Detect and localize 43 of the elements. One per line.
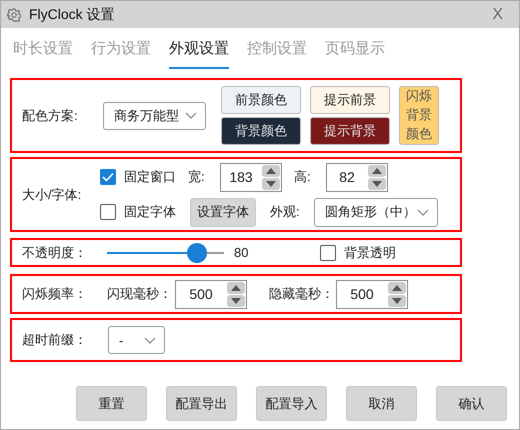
checkbox-label: 固定字体	[124, 203, 176, 221]
number-field[interactable]: 183	[220, 162, 282, 192]
field-label: 大小/字体:	[22, 186, 82, 204]
field-label: 隐藏毫秒：	[269, 285, 335, 303]
number-field[interactable]: 500	[175, 280, 247, 308]
field-label: 闪烁频率：	[22, 285, 88, 303]
color-button[interactable]: 提示背景	[310, 117, 390, 145]
field-label: 超时前缀：	[22, 331, 88, 349]
number-field[interactable]: 500	[336, 280, 408, 308]
color-button[interactable]: 背景颜色	[221, 117, 301, 145]
opacity-slider[interactable]	[107, 242, 224, 262]
dialog-button[interactable]: 确认	[436, 386, 507, 421]
field-label: 外观:	[270, 203, 301, 221]
opacity-value: 80	[234, 245, 250, 260]
chevron-icon	[417, 208, 429, 216]
checkbox[interactable]	[320, 244, 336, 260]
prefix-dropdown[interactable]: -	[108, 326, 165, 354]
tab[interactable]: 外观设置	[169, 39, 229, 69]
color-button[interactable]: 前景颜色	[221, 86, 301, 114]
field-label: 不透明度：	[22, 244, 88, 262]
checkbox[interactable]	[100, 204, 116, 220]
dialog-button[interactable]: 重置	[76, 386, 147, 421]
chevron-icon	[144, 336, 156, 344]
scheme-dropdown[interactable]: 商务万能型	[103, 102, 206, 130]
settings-icon	[7, 8, 21, 22]
color-button[interactable]: 提示前景	[310, 86, 390, 114]
window-title: FlyClock 设置	[29, 6, 116, 24]
checkbox-label: 背景透明	[344, 244, 396, 262]
color-button[interactable]: 闪烁背景颜色	[399, 86, 439, 145]
dialog-button[interactable]: 配置导入	[256, 386, 327, 421]
chevron-icon	[185, 112, 197, 119]
dialog-button[interactable]: 配置导出	[166, 386, 237, 421]
appearance-dropdown[interactable]: 圆角矩形（中）	[314, 198, 438, 226]
close-button[interactable]: X	[482, 6, 513, 24]
field-label: 闪现毫秒：	[107, 285, 173, 303]
field-label: 配色方案:	[22, 106, 79, 124]
checkbox-label: 固定窗口	[124, 168, 176, 186]
set-font-button[interactable]: 设置字体	[190, 198, 256, 226]
checkbox[interactable]	[100, 169, 116, 185]
field-label: 高:	[294, 168, 312, 186]
field-label: 宽:	[188, 168, 206, 186]
dialog-button[interactable]: 取消	[346, 386, 417, 421]
number-field[interactable]: 82	[326, 162, 388, 192]
